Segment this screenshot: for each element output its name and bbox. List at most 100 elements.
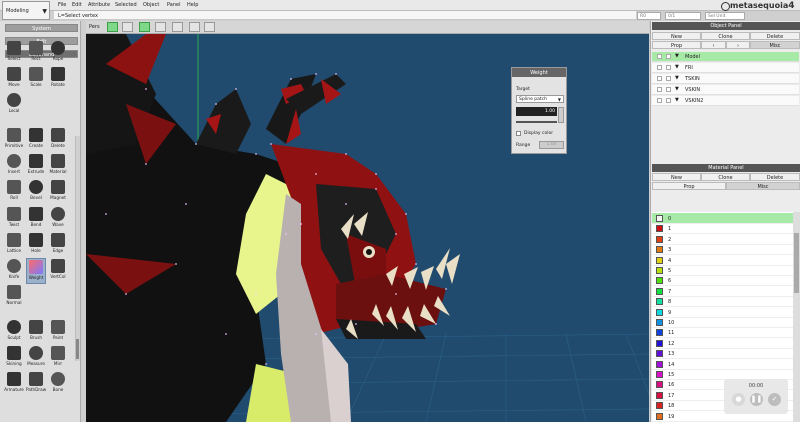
- material-misc-button[interactable]: Misc: [726, 182, 800, 190]
- material-prop-button[interactable]: Prop: [652, 182, 726, 190]
- object-new-button[interactable]: New: [652, 32, 701, 40]
- menu-edit[interactable]: Edit: [72, 2, 82, 8]
- visibility-icon[interactable]: [657, 87, 662, 92]
- tool-extrude[interactable]: Extrude: [26, 153, 46, 179]
- visibility-icon[interactable]: [657, 65, 662, 70]
- visibility-icon[interactable]: [657, 98, 662, 103]
- material-row[interactable]: 14: [652, 359, 793, 370]
- object-prop-button[interactable]: Prop: [652, 41, 701, 49]
- lock-icon[interactable]: [666, 54, 671, 59]
- wire-toggle-button[interactable]: [122, 22, 133, 32]
- tool-knife[interactable]: Knife: [4, 258, 24, 284]
- material-row[interactable]: 9: [652, 307, 793, 318]
- lock-icon[interactable]: [666, 87, 671, 92]
- tool-pathdraw[interactable]: PathDraw: [26, 371, 46, 397]
- menu-object[interactable]: Object: [143, 2, 159, 8]
- object-row[interactable]: ▼ TSKIN: [652, 74, 799, 84]
- tool-lattice[interactable]: Lattice: [4, 232, 24, 258]
- section-system[interactable]: System: [5, 24, 78, 32]
- lock-icon[interactable]: [666, 76, 671, 81]
- material-row[interactable]: 6: [652, 275, 793, 287]
- tool-edge[interactable]: Edge: [48, 232, 68, 258]
- tool-wave[interactable]: Wave: [48, 206, 68, 232]
- material-row[interactable]: 2: [652, 234, 793, 245]
- expand-icon[interactable]: ▼: [675, 53, 679, 59]
- weight-panel-title[interactable]: Weight: [512, 68, 566, 77]
- tool-magnet[interactable]: Magnet: [48, 179, 68, 205]
- tool-sculpt[interactable]: Sculpt: [4, 319, 24, 345]
- tool-rect[interactable]: Rect: [26, 40, 46, 66]
- visibility-icon[interactable]: [657, 54, 662, 59]
- check-icon[interactable]: ✓: [768, 393, 781, 406]
- display-color-checkbox[interactable]: [516, 131, 521, 136]
- tool-create[interactable]: Create: [26, 127, 46, 153]
- material-row[interactable]: 7: [652, 286, 793, 297]
- target-icon[interactable]: [204, 22, 215, 32]
- tool-material[interactable]: Material: [48, 153, 68, 179]
- object-clone-button[interactable]: Clone: [701, 32, 750, 40]
- tool-vertcol[interactable]: VertCol: [48, 258, 68, 284]
- material-delete-button[interactable]: Delete: [750, 173, 800, 181]
- object-row[interactable]: ▼ FRI: [652, 63, 799, 73]
- material-row[interactable]: 8: [652, 296, 793, 308]
- expand-icon[interactable]: ▼: [675, 64, 679, 70]
- menu-help[interactable]: Help: [187, 2, 198, 8]
- material-row[interactable]: 0: [652, 213, 793, 224]
- tool-primitive[interactable]: Primitive: [4, 127, 24, 153]
- material-row[interactable]: 1: [652, 223, 793, 235]
- tool-brush[interactable]: Brush: [26, 319, 46, 345]
- menu-file[interactable]: File: [58, 2, 66, 8]
- tool-rotate[interactable]: Rotate: [48, 66, 68, 92]
- tool-hole[interactable]: Hole: [26, 232, 46, 258]
- light-icon[interactable]: [155, 22, 166, 32]
- material-row[interactable]: 3: [652, 244, 793, 256]
- tool-normal[interactable]: Normal: [4, 284, 24, 310]
- object-delete-button[interactable]: Delete: [750, 32, 800, 40]
- material-scrollbar-thumb[interactable]: [794, 233, 799, 293]
- menu-panel[interactable]: Panel: [167, 2, 181, 8]
- material-row[interactable]: 5: [652, 265, 793, 276]
- mode-dropdown[interactable]: Modeling ▼: [2, 1, 50, 20]
- object-row[interactable]: ▼ Model: [652, 52, 799, 62]
- expand-icon[interactable]: ▼: [675, 86, 679, 92]
- tool-twist[interactable]: Twist: [4, 206, 24, 232]
- gear-icon[interactable]: [189, 22, 200, 32]
- command-scrollbar[interactable]: [75, 136, 80, 361]
- tool-skining[interactable]: Skining: [4, 345, 24, 371]
- tool-paint[interactable]: Paint: [48, 319, 68, 345]
- material-row[interactable]: 11: [652, 327, 793, 339]
- tool-roll[interactable]: Roll: [4, 179, 24, 205]
- grid-toggle-button[interactable]: [107, 22, 118, 32]
- object-prev-button[interactable]: ‹: [701, 41, 726, 49]
- tool-delete[interactable]: Delete: [48, 127, 68, 153]
- lock-icon[interactable]: [666, 98, 671, 103]
- material-row[interactable]: 12: [652, 338, 793, 349]
- tool-bone[interactable]: Bone: [48, 371, 68, 397]
- record-icon[interactable]: ●: [732, 393, 745, 406]
- object-row[interactable]: ▼ VSKIN: [652, 85, 799, 95]
- menu-selected[interactable]: Selected: [115, 2, 137, 8]
- tool-measure[interactable]: Measure: [26, 345, 46, 371]
- tool-insert[interactable]: Insert: [4, 153, 24, 179]
- sphere-view-icon[interactable]: [172, 22, 183, 32]
- weight-spinner[interactable]: [558, 107, 564, 123]
- material-row[interactable]: 4: [652, 255, 793, 266]
- lock-icon[interactable]: [666, 65, 671, 70]
- tool-scale[interactable]: Scale: [26, 66, 46, 92]
- material-new-button[interactable]: New: [652, 173, 701, 181]
- material-row[interactable]: 13: [652, 348, 793, 360]
- tool-select[interactable]: Select: [4, 40, 24, 66]
- menu-attribute[interactable]: Attribute: [88, 2, 110, 8]
- tool-weight[interactable]: Weight: [26, 258, 46, 284]
- shade-toggle-button[interactable]: [139, 22, 150, 32]
- tool-move[interactable]: Move: [4, 66, 24, 92]
- weight-value-field[interactable]: 1.00: [516, 107, 557, 116]
- target-dropdown[interactable]: Spline patch ▼: [516, 95, 564, 103]
- view-mode-label[interactable]: Pers: [89, 24, 100, 30]
- object-row[interactable]: ▼ VSKIN2: [652, 96, 799, 106]
- tool-bend[interactable]: Bend: [26, 206, 46, 232]
- weight-slider[interactable]: [516, 121, 557, 123]
- tool-local[interactable]: Local: [4, 92, 24, 118]
- visibility-icon[interactable]: [657, 76, 662, 81]
- tool-rope[interactable]: Rope: [48, 40, 68, 66]
